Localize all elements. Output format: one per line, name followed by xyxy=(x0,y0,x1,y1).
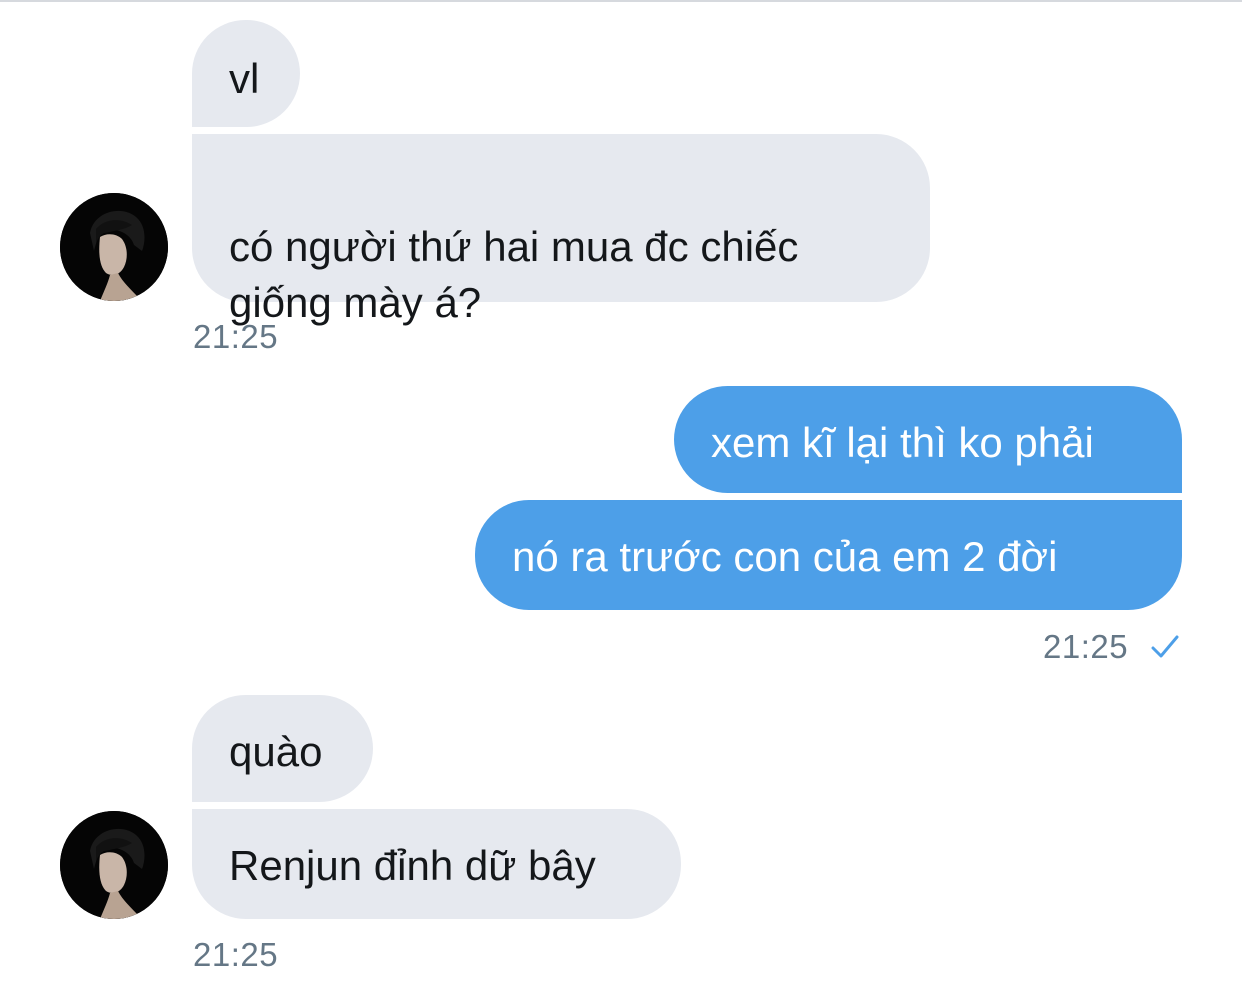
incoming-message[interactable]: quào xyxy=(192,695,373,802)
message-text: nó ra trước con của em 2 đời xyxy=(512,533,1058,580)
message-timestamp: 21:25 xyxy=(1043,628,1129,665)
message-text: Renjun đỉnh dữ bây xyxy=(229,842,596,889)
message-text: có người thứ hai mua đc chiếc giống mày … xyxy=(229,223,799,326)
user-avatar[interactable] xyxy=(60,811,168,919)
outgoing-message[interactable]: nó ra trước con của em 2 đời xyxy=(475,500,1182,610)
checkmark-icon xyxy=(1151,635,1179,658)
message-text: quào xyxy=(229,728,323,775)
message-timestamp: 21:25 xyxy=(193,318,279,355)
incoming-message[interactable]: Renjun đỉnh dữ bây xyxy=(192,809,681,919)
user-avatar-image xyxy=(60,811,168,919)
user-avatar[interactable] xyxy=(60,193,168,301)
top-divider xyxy=(0,0,1242,2)
message-timestamp: 21:25 xyxy=(193,936,279,973)
outgoing-message[interactable]: xem kĩ lại thì ko phải xyxy=(674,386,1182,493)
user-avatar-image xyxy=(60,193,168,301)
message-text: vl xyxy=(229,55,260,102)
message-text: xem kĩ lại thì ko phải xyxy=(711,419,1094,466)
incoming-message[interactable]: có người thứ hai mua đc chiếc giống mày … xyxy=(192,134,930,326)
incoming-message[interactable]: vl xyxy=(192,20,300,127)
